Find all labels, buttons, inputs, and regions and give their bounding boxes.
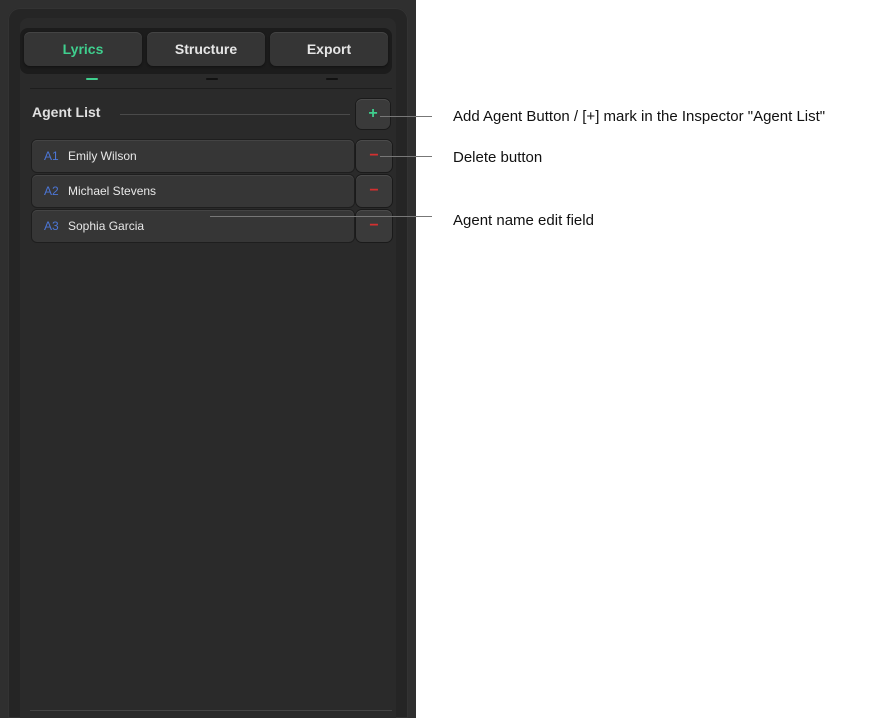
screenshot-root: Lyrics Structure Export Agent List + A1 … (0, 0, 880, 718)
agent-name-text: Emily Wilson (68, 149, 137, 163)
panel-bottom-divider (30, 710, 392, 711)
tab-lyrics[interactable]: Lyrics (24, 32, 142, 66)
callout-line-add (380, 116, 432, 117)
tab-divider (30, 88, 392, 89)
agent-name-field[interactable]: A3 Sophia Garcia (32, 210, 354, 242)
minus-icon: − (369, 182, 379, 199)
tab-structure[interactable]: Structure (147, 32, 265, 66)
delete-agent-button[interactable]: − (356, 175, 392, 207)
tab-indicator-lyrics (86, 78, 98, 80)
section-divider (120, 114, 350, 115)
plus-icon: + (368, 105, 378, 122)
agent-id-label: A1 (44, 149, 59, 163)
tab-export[interactable]: Export (270, 32, 388, 66)
callout-line-name-field (210, 216, 432, 217)
add-agent-button[interactable]: + (356, 99, 390, 129)
tab-indicator-export (326, 78, 338, 80)
agent-id-label: A2 (44, 184, 59, 198)
callout-name-field: Agent name edit field (453, 212, 594, 229)
minus-icon: − (369, 217, 379, 234)
agent-row: A1 Emily Wilson − (32, 140, 392, 172)
agent-row: A2 Michael Stevens − (32, 175, 392, 207)
agent-name-field[interactable]: A1 Emily Wilson (32, 140, 354, 172)
callout-line-delete (380, 156, 432, 157)
callout-add-agent: Add Agent Button / [+] mark in the Inspe… (453, 108, 826, 125)
inspector-body (20, 18, 396, 718)
agent-name-text: Sophia Garcia (68, 219, 145, 233)
agent-list-title: Agent List (32, 104, 101, 120)
minus-icon: − (369, 147, 379, 164)
agent-name-text: Michael Stevens (68, 184, 157, 198)
agent-row: A3 Sophia Garcia − (32, 210, 392, 242)
tab-bar: Lyrics Structure Export (20, 28, 392, 74)
agent-id-label: A3 (44, 219, 59, 233)
tab-indicator-structure (206, 78, 218, 80)
delete-agent-button[interactable]: − (356, 210, 392, 242)
callout-delete: Delete button (453, 149, 543, 166)
agent-name-field[interactable]: A2 Michael Stevens (32, 175, 354, 207)
